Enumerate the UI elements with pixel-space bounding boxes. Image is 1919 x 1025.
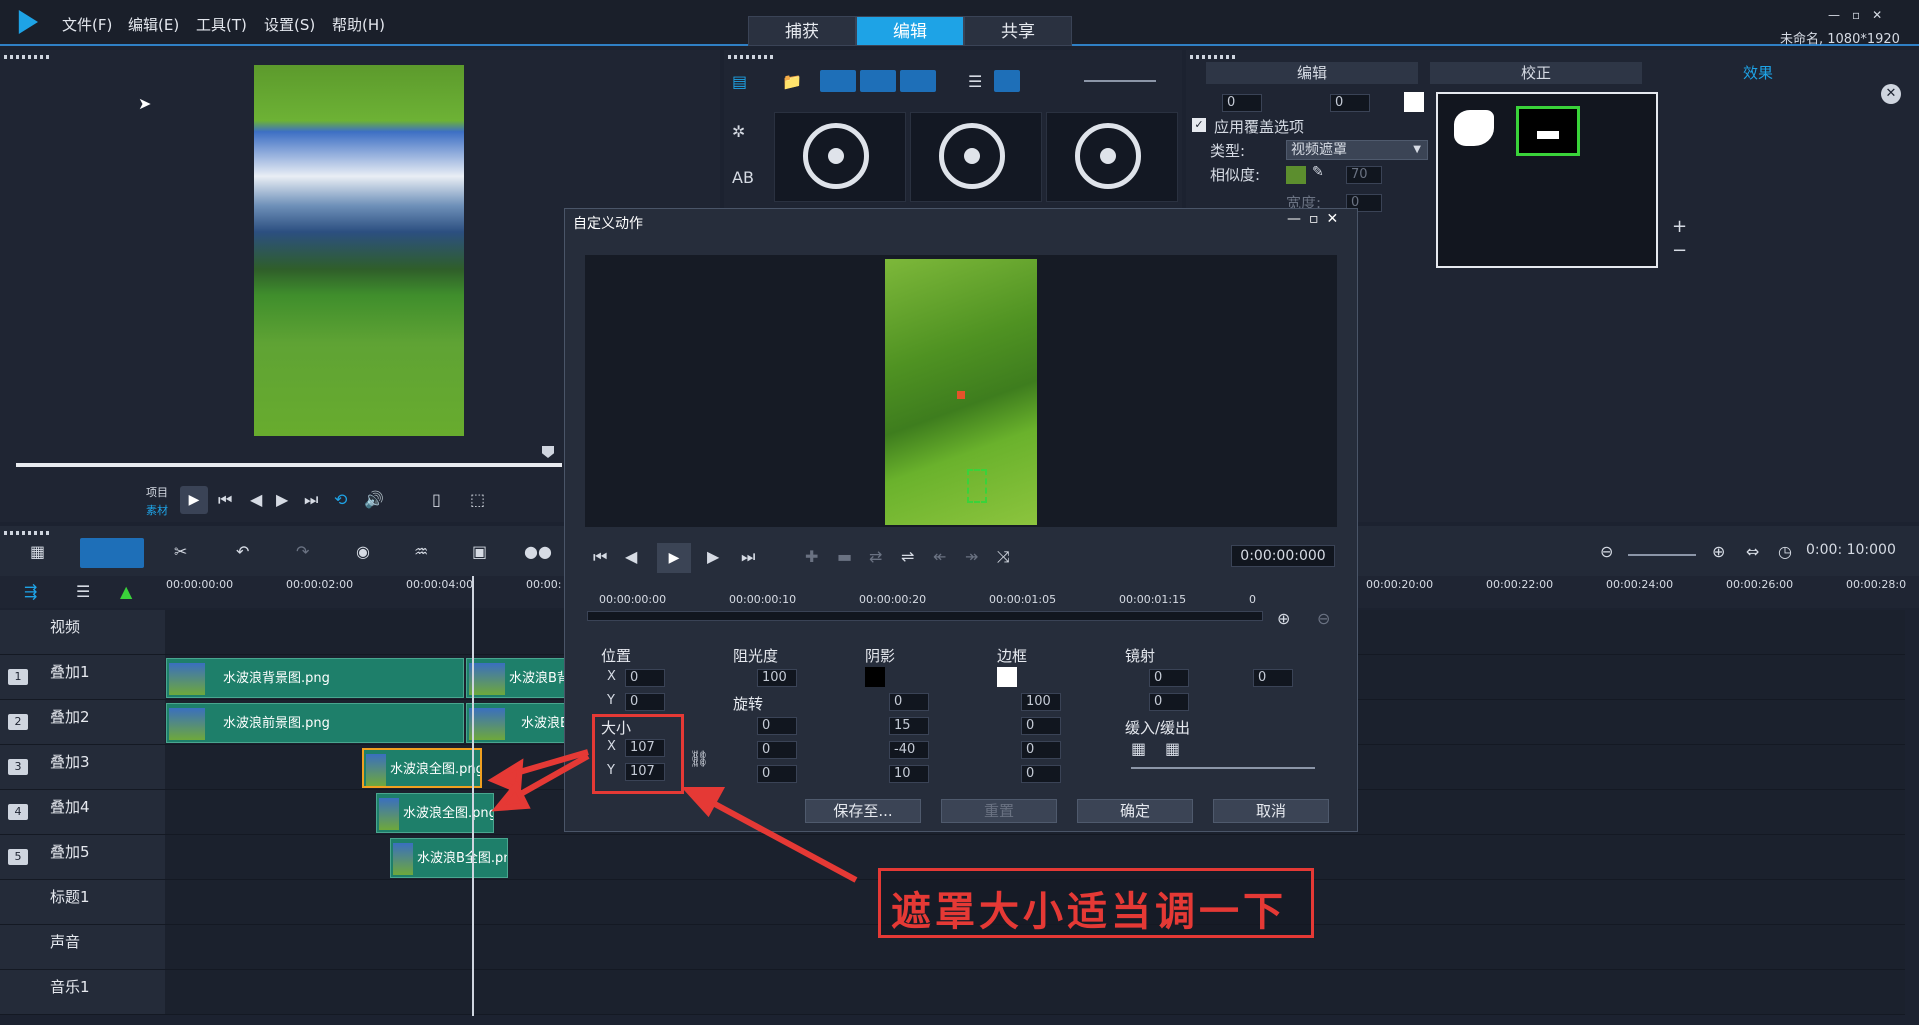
arrow-to-size xyxy=(698,793,858,883)
arrow-head xyxy=(491,780,531,812)
arrow-head xyxy=(681,787,726,818)
annotation-text: 遮罩大小适当调一下 xyxy=(891,888,1287,935)
annotation-box: 遮罩大小适当调一下 xyxy=(878,868,1314,938)
